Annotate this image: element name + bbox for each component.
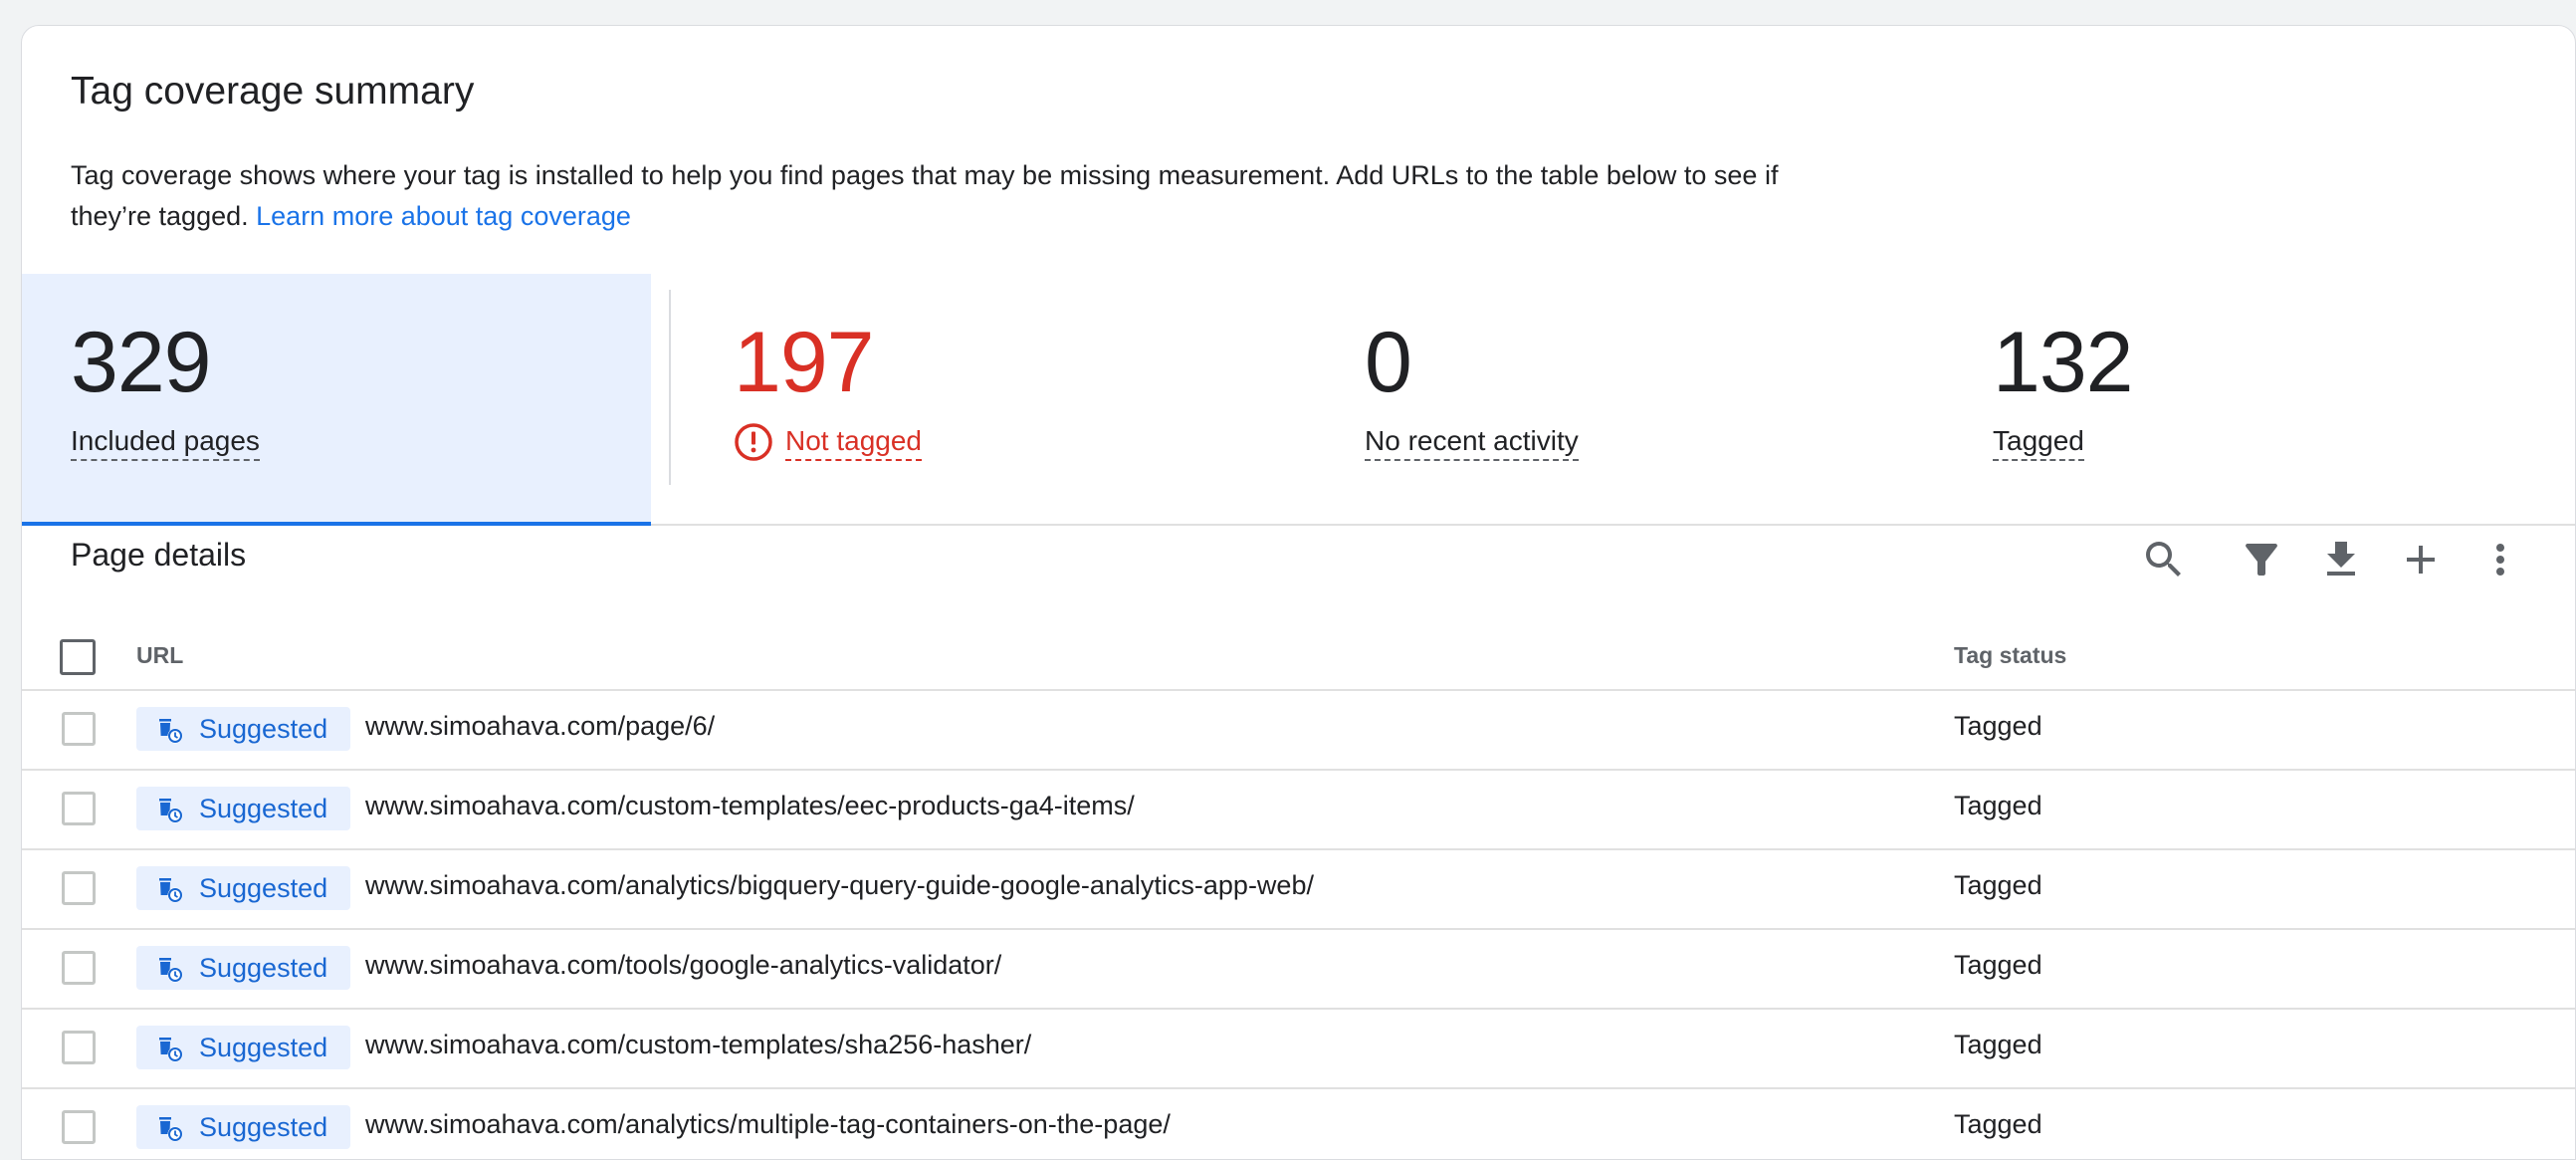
tag-coverage-card: Tag coverage summary Tag coverage shows … (21, 25, 2576, 1160)
suggested-chip: Suggested (136, 866, 350, 910)
suggested-icon (159, 799, 183, 823)
section-title: Page details (71, 537, 247, 573)
chip-label: Suggested (199, 714, 328, 744)
select-all-checkbox[interactable] (60, 639, 96, 675)
stat-label: Tagged (1993, 425, 2084, 461)
suggested-chip: Suggested (136, 1026, 350, 1069)
cell-tag-status: Tagged (1954, 870, 2042, 900)
chip-label: Suggested (199, 873, 328, 903)
learn-more-link[interactable]: Learn more about tag coverage (256, 201, 631, 231)
stat-no-recent-activity[interactable]: 0 No recent activity (1316, 274, 1943, 526)
stat-value: 0 (1365, 315, 1412, 410)
page-title: Tag coverage summary (71, 70, 475, 113)
filter-icon[interactable] (2238, 536, 2285, 583)
stat-label: No recent activity (1365, 425, 1579, 461)
table-row[interactable]: Suggested www.simoahava.com/analytics/mu… (22, 1089, 2575, 1159)
suggested-icon (159, 719, 183, 744)
suggested-chip: Suggested (136, 707, 350, 751)
row-checkbox[interactable] (62, 951, 96, 985)
cell-url: www.simoahava.com/custom-templates/eec-p… (365, 791, 1135, 820)
table-header: URL Tag status (22, 619, 2575, 691)
summary-description: Tag coverage shows where your tag is ins… (71, 155, 1862, 237)
stat-not-tagged[interactable]: 197 Not tagged (685, 274, 1312, 526)
cell-tag-status: Tagged (1954, 1109, 2042, 1139)
row-checkbox[interactable] (62, 712, 96, 746)
cell-url: www.simoahava.com/analytics/multiple-tag… (365, 1109, 1171, 1139)
row-checkbox[interactable] (62, 792, 96, 825)
stat-included-pages[interactable]: 329 Included pages (22, 274, 651, 526)
table-row[interactable]: Suggested www.simoahava.com/tools/google… (22, 930, 2575, 1010)
column-header-url[interactable]: URL (136, 642, 183, 669)
row-checkbox[interactable] (62, 1031, 96, 1064)
table-row[interactable]: Suggested www.simoahava.com/analytics/bi… (22, 850, 2575, 930)
cell-tag-status: Tagged (1954, 711, 2042, 741)
suggested-icon (159, 958, 183, 983)
stat-value: 329 (71, 315, 211, 410)
chip-label: Suggested (199, 953, 328, 983)
suggested-icon (159, 878, 183, 903)
row-checkbox[interactable] (62, 1110, 96, 1144)
stat-label: Not tagged (785, 425, 922, 461)
cell-tag-status: Tagged (1954, 950, 2042, 980)
stat-tagged[interactable]: 132 Tagged (1944, 274, 2571, 526)
chip-label: Suggested (199, 794, 328, 823)
stat-divider (669, 290, 671, 485)
stat-value: 132 (1993, 315, 2133, 410)
column-header-tag-status[interactable]: Tag status (1954, 642, 2066, 669)
table-row[interactable]: Suggested www.simoahava.com/custom-templ… (22, 771, 2575, 850)
cell-tag-status: Tagged (1954, 1030, 2042, 1059)
suggested-chip: Suggested (136, 1105, 350, 1149)
cell-tag-status: Tagged (1954, 791, 2042, 820)
row-checkbox[interactable] (62, 871, 96, 905)
stat-value: 197 (734, 315, 874, 410)
chip-label: Suggested (199, 1112, 328, 1142)
suggested-chip: Suggested (136, 946, 350, 990)
error-icon (735, 423, 772, 461)
stats-bar: 329 Included pages 197 Not tagged 0 No r… (22, 274, 2575, 526)
more-vert-icon[interactable] (2476, 536, 2524, 583)
suggested-icon (159, 1117, 183, 1142)
table-row[interactable]: Suggested www.simoahava.com/page/6/ Tagg… (22, 691, 2575, 771)
cell-url: www.simoahava.com/analytics/bigquery-que… (365, 870, 1314, 900)
cell-url: www.simoahava.com/page/6/ (365, 711, 716, 741)
suggested-chip: Suggested (136, 787, 350, 830)
search-icon[interactable] (2140, 536, 2188, 583)
cell-url: www.simoahava.com/tools/google-analytics… (365, 950, 1002, 980)
add-icon[interactable] (2397, 536, 2445, 583)
chip-label: Suggested (199, 1033, 328, 1062)
cell-url: www.simoahava.com/custom-templates/sha25… (365, 1030, 1032, 1059)
download-icon[interactable] (2317, 536, 2365, 583)
suggested-icon (159, 1038, 183, 1062)
stat-label: Included pages (71, 425, 260, 461)
table-row[interactable]: Suggested www.simoahava.com/custom-templ… (22, 1010, 2575, 1089)
